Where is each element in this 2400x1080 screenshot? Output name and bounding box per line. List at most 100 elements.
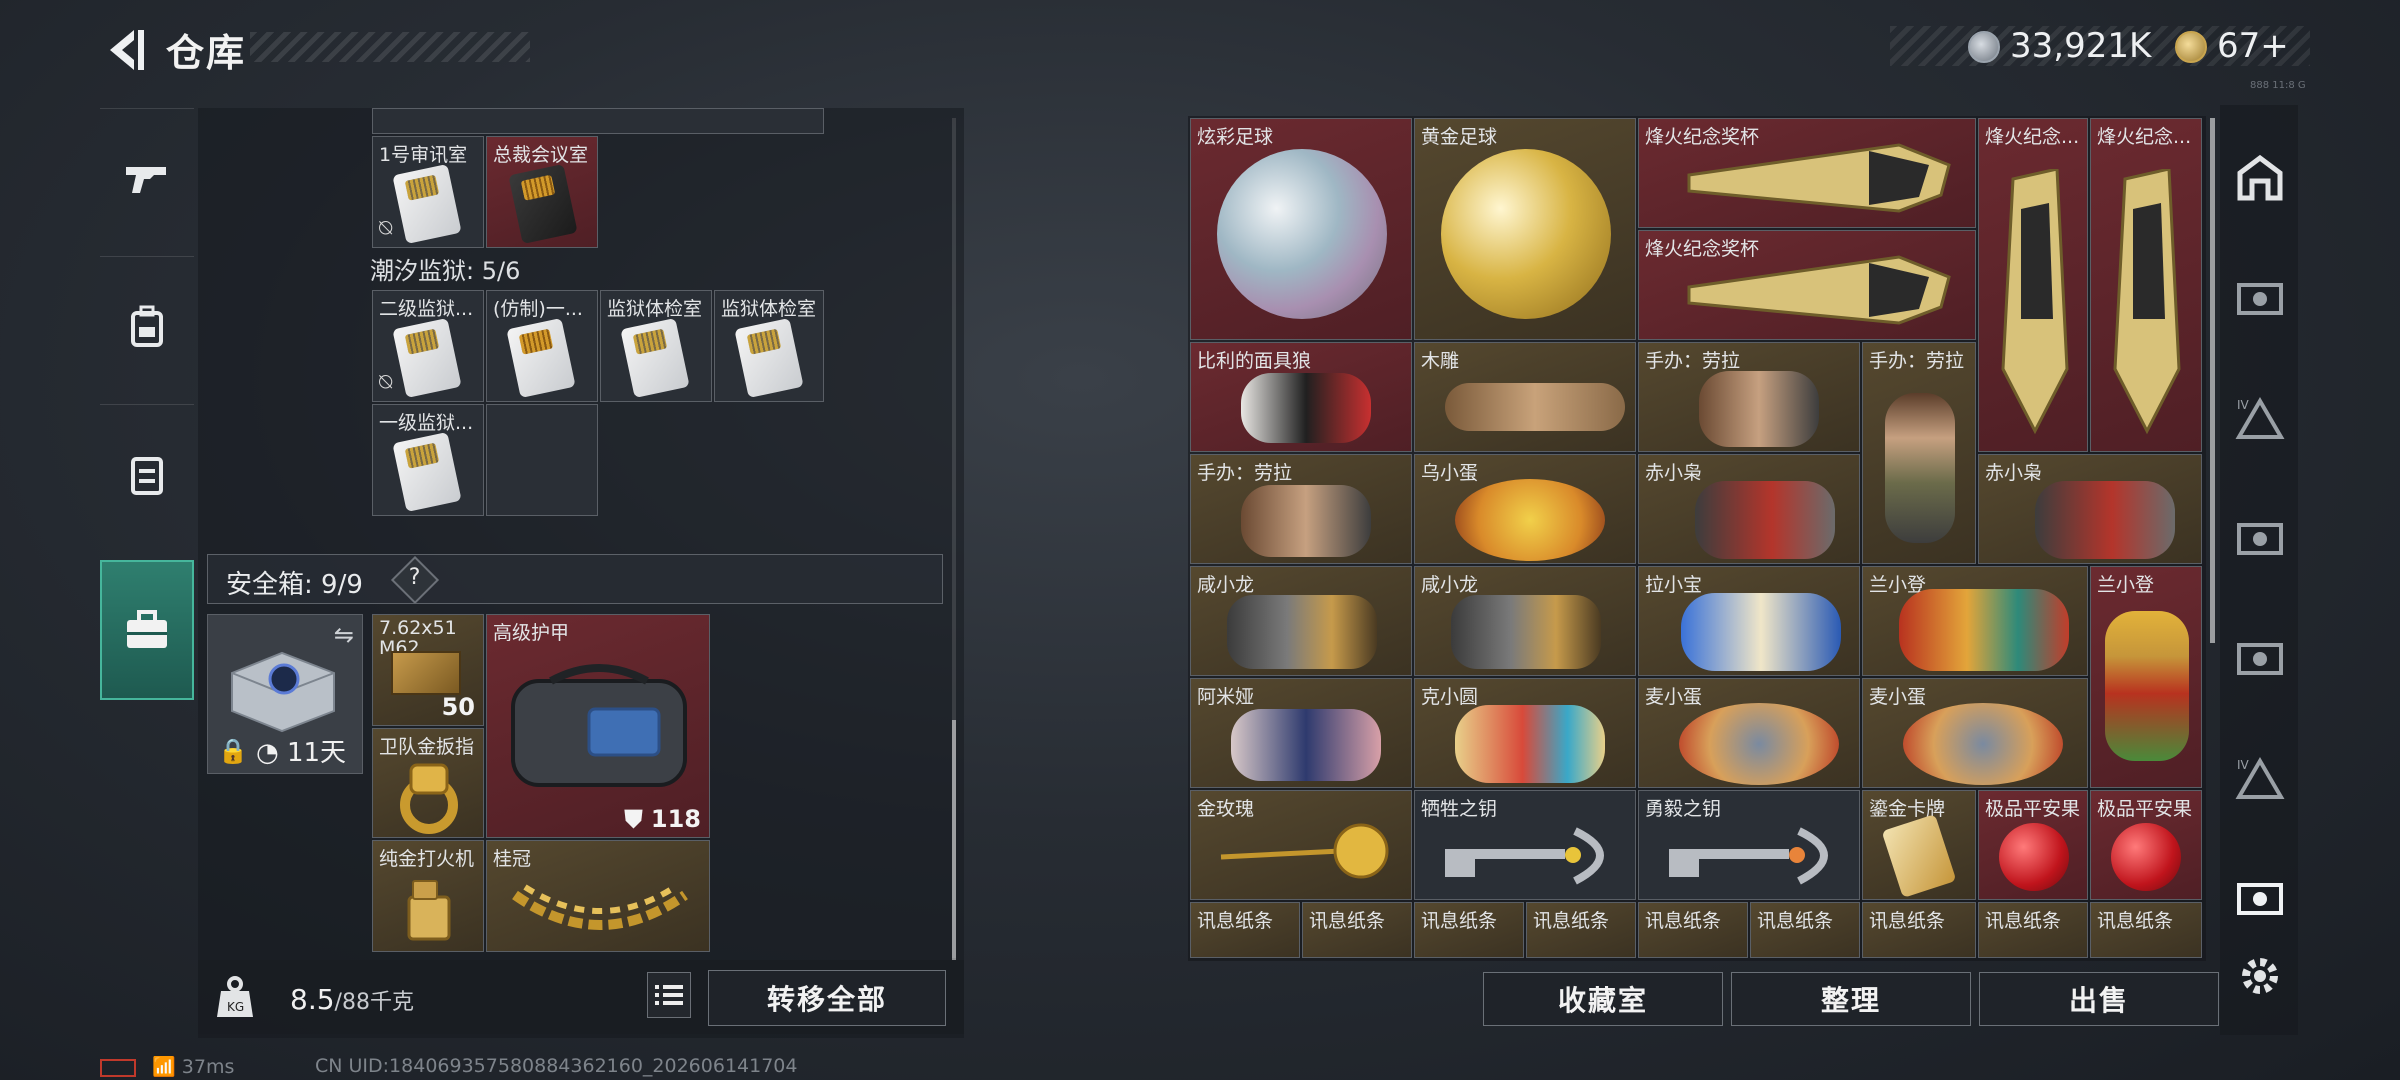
nav-weapon-tab[interactable] [100,108,194,248]
trophy-icon [1687,143,1951,213]
item-slot[interactable]: 讯息纸条 [1190,902,1300,958]
item-slot[interactable]: 赤小枭 [1638,454,1860,564]
weight-value: 8.5 [290,983,335,1016]
item-slot[interactable]: 讯息纸条 [1862,902,1976,958]
item-slot[interactable]: 勇毅之钥 [1638,790,1860,900]
filter-tier-iv-icon[interactable]: IV [2235,393,2285,443]
item-slot[interactable]: 咸小龙 [1190,566,1412,676]
item-label: 讯息纸条 [1985,910,2062,932]
nav-backpack-tab[interactable] [100,256,194,396]
durability-value: 118 [650,805,701,833]
egg-figure-icon [1679,703,1839,785]
filter-collectible-active-icon[interactable] [2235,873,2285,923]
filter-collectible-icon[interactable] [2235,633,2285,683]
item-slot[interactable]: 讯息纸条 [1302,902,1412,958]
item-slot[interactable]: 烽火纪念奖杯 [1638,230,1976,340]
filter-tier-iv-icon[interactable]: IV [2235,753,2285,803]
rainbow-football-icon [1217,149,1387,319]
right-scroll-thumb[interactable] [2210,118,2215,643]
item-slot[interactable]: 讯息纸条 [2090,902,2202,958]
item-slot[interactable]: 兰小登 [1862,566,2088,676]
item-slot[interactable]: 讯息纸条 [1750,902,1860,958]
item-slot[interactable]: 木雕 [1414,342,1636,452]
currency-gold-value[interactable]: 67+ [2217,26,2289,66]
item-label: 讯息纸条 [2097,910,2174,932]
item-slot[interactable]: 烽火纪念奖杯 [1638,118,1976,228]
item-slot[interactable]: 咸小龙 [1414,566,1636,676]
wood-carving-icon [1445,383,1625,431]
keycard-slot[interactable]: 监狱体检室 [714,290,824,402]
item-slot[interactable]: 牺牲之钥 [1414,790,1636,900]
item-slot[interactable]: 讯息纸条 [1414,902,1524,958]
settings-gear-icon[interactable] [2238,954,2282,998]
item-slot[interactable]: 炫彩足球 [1190,118,1412,340]
item-label: 勇毅之钥 [1645,798,1722,820]
item-slot[interactable]: 讯息纸条 [1526,902,1636,958]
keycard-icon [392,431,462,513]
keycard-slot[interactable]: 监狱体检室 [600,290,712,402]
nav-safebox-tab[interactable] [100,560,194,700]
keycard-slot[interactable]: 一级监狱... [372,404,484,516]
item-slot[interactable]: 麦小蛋 [1638,678,1860,788]
transfer-all-button[interactable]: 转移全部 [708,970,946,1026]
filter-collectible-icon[interactable] [2235,513,2285,563]
nav-vest-tab[interactable] [100,404,194,544]
left-scroll-thumb[interactable] [952,720,956,960]
item-slot[interactable]: 阿米娅 [1190,678,1412,788]
item-label: 牺牲之钥 [1421,798,1498,820]
keycard-icon [506,317,576,399]
keycard-slot[interactable]: 总裁会议室 [486,136,598,248]
item-slot[interactable]: 赤小枭 [1978,454,2202,564]
help-icon[interactable]: ? [390,555,440,605]
key-icon [1669,827,1828,885]
item-slot[interactable]: 鎏金卡牌 [1862,790,1976,900]
item-label: 烽火纪念... [1985,126,2080,148]
item-slot[interactable]: 极品平安果 [2090,790,2202,900]
keycard-slot[interactable]: 1号审讯室 ⍉ [372,136,484,248]
item-slot[interactable]: 比利的面具狼 [1190,342,1412,452]
ring-slot[interactable]: 卫队金扳指 [372,728,484,838]
armor-slot[interactable]: 高级护甲 ⛊ 118 [486,614,710,838]
keycard-slot[interactable]: 二级监狱... ⍉ [372,290,484,402]
list-view-button[interactable] [647,972,691,1018]
item-slot[interactable]: 手办：劳拉 [1190,454,1412,564]
item-slot[interactable]: 拉小宝 [1638,566,1860,676]
swap-icon[interactable]: ⇋ [334,621,354,649]
gun-icon [126,166,166,193]
help-icon-glyph: ? [408,564,421,590]
item-slot[interactable]: 金玫瑰 [1190,790,1412,900]
back-arrow-icon[interactable] [100,24,148,76]
laurel-slot[interactable]: 桂冠 [486,840,710,952]
item-label: 纯金打火机 [379,848,475,870]
item-slot[interactable]: 烽火纪念... [2090,118,2202,452]
ammo-slot[interactable]: 7.62x51 M62 50 [372,614,484,726]
item-slot[interactable]: 麦小蛋 [1862,678,2088,788]
filter-all-icon[interactable] [2235,153,2285,203]
laurel-crown-icon [512,884,688,930]
filter-collectible-icon[interactable] [2235,273,2285,323]
wifi-icon: 📶 [152,1056,176,1078]
sort-button[interactable]: 整理 [1731,972,1971,1026]
sell-button[interactable]: 出售 [1979,972,2219,1026]
item-slot[interactable]: 兰小登 [2090,566,2202,788]
item-label: 木雕 [1421,350,1460,372]
collection-room-button[interactable]: 收藏室 [1483,972,1723,1026]
item-slot[interactable]: 手办：劳拉 [1638,342,1860,452]
empty-slot[interactable] [486,404,598,516]
item-label: 咸小龙 [1421,574,1479,596]
figure-icon [1885,393,1955,543]
item-slot[interactable]: 克小圆 [1414,678,1636,788]
figure-icon [2105,611,2189,761]
figure-icon [1899,589,2069,671]
safebox-container-slot[interactable]: ⇋ 🔒 ◔ 11天 [207,614,363,774]
lighter-slot[interactable]: 纯金打火机 [372,840,484,952]
item-slot[interactable]: 极品平安果 [1978,790,2088,900]
item-slot[interactable]: 讯息纸条 [1638,902,1748,958]
item-slot[interactable]: 乌小蛋 [1414,454,1636,564]
timer-text: 11天 [286,738,347,768]
item-slot[interactable]: 手办：劳拉 [1862,342,1976,564]
item-slot[interactable]: 黄金足球 [1414,118,1636,340]
keycard-slot[interactable]: (仿制)一... [486,290,598,402]
item-slot[interactable]: 烽火纪念... [1978,118,2088,452]
item-slot[interactable]: 讯息纸条 [1978,902,2088,958]
